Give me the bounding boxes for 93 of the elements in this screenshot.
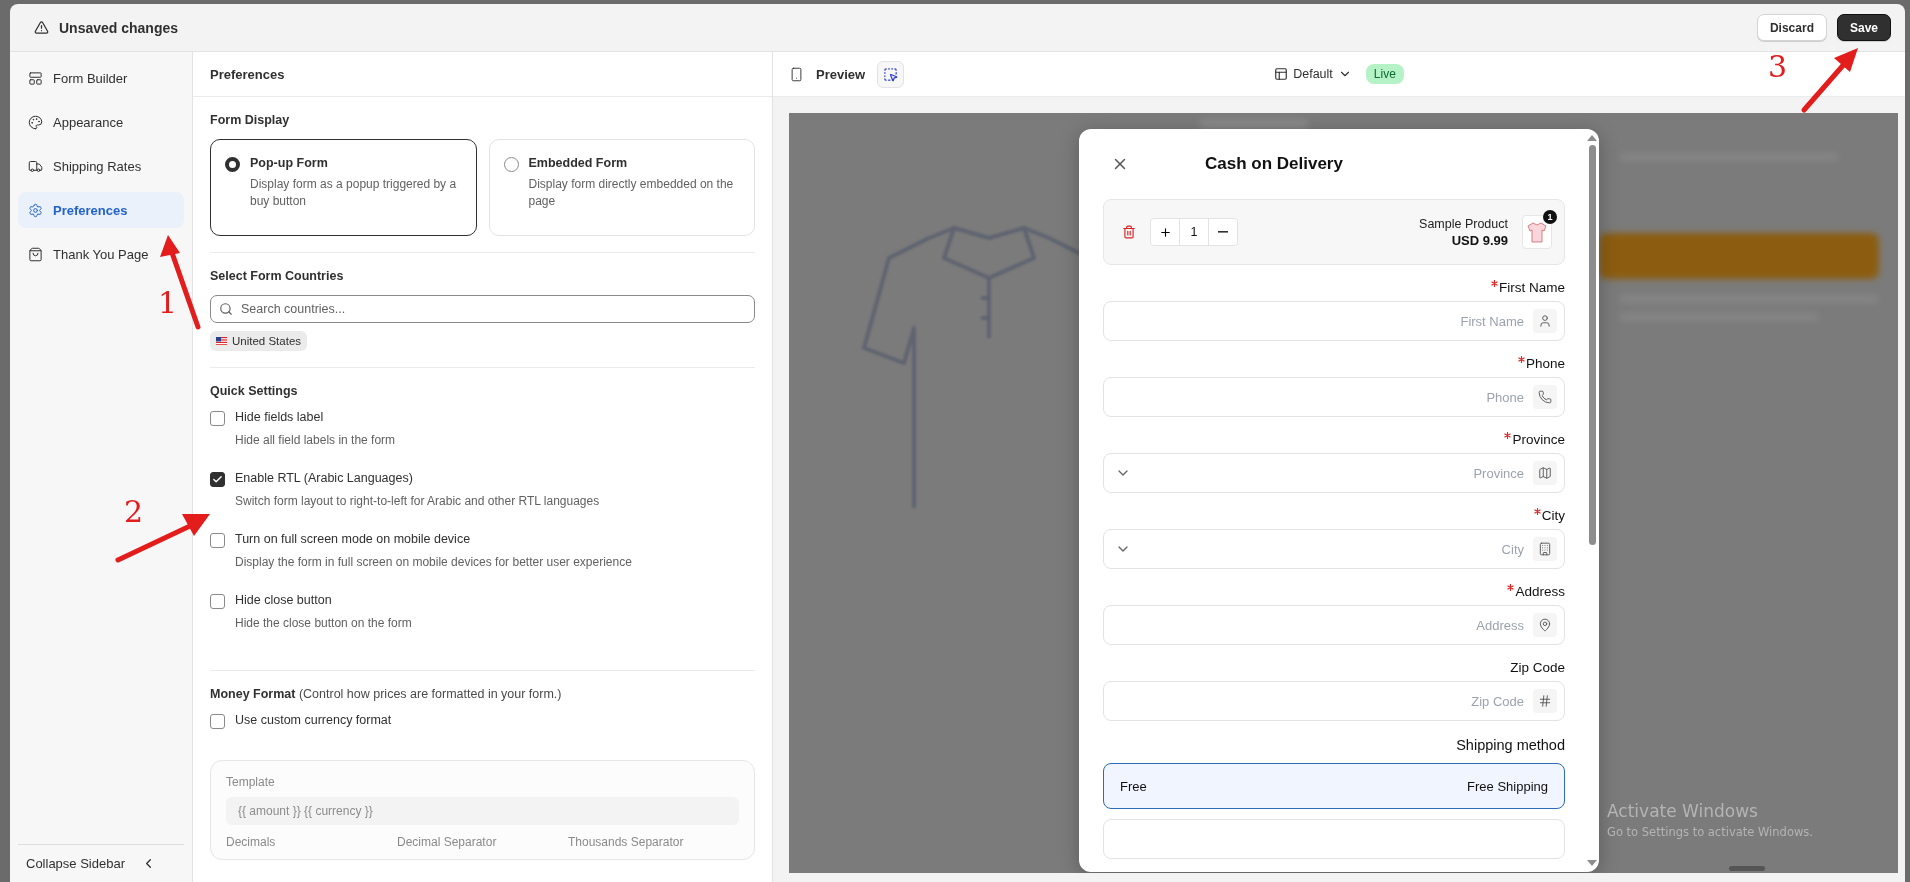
shopping-bag-icon	[28, 246, 43, 262]
warning-icon	[34, 20, 49, 35]
theme-dropdown[interactable]: Default	[1274, 67, 1352, 81]
checkbox-label: Turn on full screen mode on mobile device	[235, 532, 472, 546]
field-label: Decimals	[226, 835, 277, 849]
input-field[interactable]: Address	[1103, 605, 1565, 645]
annotation-number: 1	[158, 285, 178, 320]
sidebar-item[interactable]: Preferences	[18, 192, 184, 228]
field-label: Zip Code	[1510, 660, 1565, 675]
layout-icon	[28, 70, 43, 86]
field-label: Thousands Separator	[568, 835, 685, 849]
option-title: Embedded Form	[528, 156, 629, 170]
section-heading: Shipping method	[1455, 737, 1565, 753]
minus-icon	[1218, 231, 1228, 233]
select-field[interactable]: Province	[1103, 453, 1565, 493]
select-pointer-icon	[883, 66, 899, 82]
trash-icon[interactable]	[1122, 225, 1136, 239]
check-icon	[212, 474, 223, 485]
shipping-option[interactable]: Free Free Shipping	[1103, 763, 1565, 809]
shirt-icon	[1527, 221, 1547, 243]
activation-notice-text: Go to Settings to activate Windows.	[1607, 825, 1813, 839]
checkbox[interactable]	[210, 714, 225, 729]
field-label: Phone	[1525, 356, 1565, 371]
checkbox-label: Enable RTL (Arabic Languages)	[235, 471, 414, 485]
field-label: Template	[226, 775, 276, 789]
plus-icon	[1158, 225, 1172, 239]
building-icon	[1533, 537, 1557, 561]
map-pin-icon	[1533, 613, 1557, 637]
count-badge: 1	[1543, 210, 1557, 224]
input-field[interactable]: Phone	[1103, 377, 1565, 417]
form-title: Cash on Delivery	[1205, 154, 1343, 174]
sidebar-item[interactable]: Shipping Rates	[18, 148, 184, 184]
input-field[interactable]: Zip Code	[1103, 681, 1565, 721]
settings-icon	[28, 202, 43, 218]
checkbox-description: Display the form in full screen on mobile devices for better user experience	[235, 555, 632, 569]
checkbox-label: Hide fields label	[235, 410, 325, 424]
annotation-number: 3	[1768, 49, 1788, 84]
palette-icon	[28, 114, 43, 130]
checkbox[interactable]	[210, 472, 225, 487]
country-tag[interactable]: United States	[210, 331, 308, 351]
sidebar-item[interactable]: Thank You Page	[18, 236, 184, 272]
window-title: Unsaved changes	[59, 19, 180, 36]
form-display-option[interactable]: Pop-up Form Display form as a popup triggered by a buy button	[210, 139, 477, 236]
field-label: Decimal Separator	[397, 835, 498, 849]
checkbox-description: Hide all field labels in the form	[235, 433, 396, 447]
checkbox-description: Hide the close button on the form	[235, 616, 412, 630]
option-description: Display form directly embedded on the page	[528, 176, 735, 211]
option-title: Pop-up Form	[250, 156, 329, 170]
panel-title: Preferences	[193, 52, 772, 97]
discard-button[interactable]: Discard	[1756, 14, 1827, 41]
truck-icon	[28, 158, 43, 174]
flag-icon	[216, 337, 227, 345]
collapse-sidebar-button[interactable]: Collapse Sidebar	[18, 844, 184, 882]
status-badge: Live	[1365, 64, 1404, 84]
phone-icon	[1533, 385, 1557, 409]
checkbox-label: Hide close button	[235, 593, 333, 607]
annotation-number: 2	[124, 494, 144, 529]
checkbox-description: Switch form layout to right-to-left for Arabic and other RTL languages	[235, 494, 600, 508]
radio-button[interactable]	[225, 157, 240, 172]
select-field[interactable]: City	[1103, 529, 1565, 569]
field-label: First Name	[1499, 280, 1565, 295]
resize-handle[interactable]	[1729, 866, 1765, 871]
input-field[interactable]: First Name	[1103, 301, 1565, 341]
product-name: Sample Product	[1419, 216, 1508, 231]
user-icon	[1533, 309, 1557, 333]
field-label: Address	[1515, 584, 1565, 599]
layout-icon	[1274, 67, 1289, 81]
section-heading: Form Display	[210, 113, 291, 127]
annotation-arrow	[1801, 48, 1858, 113]
checkbox-label: Use custom currency format	[235, 713, 392, 727]
checkbox[interactable]	[210, 533, 225, 548]
save-button[interactable]: Save	[1836, 14, 1891, 41]
field-label: City	[1541, 508, 1565, 523]
search-field[interactable]: Search countries...	[210, 295, 755, 323]
map-icon	[1533, 461, 1557, 485]
mobile-icon[interactable]	[789, 66, 804, 82]
preview-title: Preview	[816, 66, 866, 82]
product-price: USD 9.99	[1450, 232, 1508, 248]
option-description: Display form as a popup triggered by a buy button	[250, 176, 458, 211]
section-heading: Money Format (Control how prices are formatted in your form.)	[210, 687, 563, 701]
sidebar-item[interactable]: Appearance	[18, 104, 184, 140]
activation-notice-title: Activate Windows	[1607, 801, 1759, 821]
search-icon	[219, 302, 233, 316]
sidebar-item[interactable]: Form Builder	[18, 60, 184, 96]
section-heading: Select Form Countries	[210, 269, 345, 283]
form-display-option[interactable]: Embedded Form Display form directly embedded on the page	[488, 139, 755, 236]
section-heading: Quick Settings	[210, 384, 299, 398]
hash-icon	[1533, 689, 1557, 713]
field-label: Province	[1512, 432, 1565, 447]
radio-button[interactable]	[503, 157, 519, 172]
checkbox[interactable]	[210, 411, 225, 426]
checkbox[interactable]	[210, 594, 225, 609]
select-tool-button[interactable]	[877, 60, 905, 88]
